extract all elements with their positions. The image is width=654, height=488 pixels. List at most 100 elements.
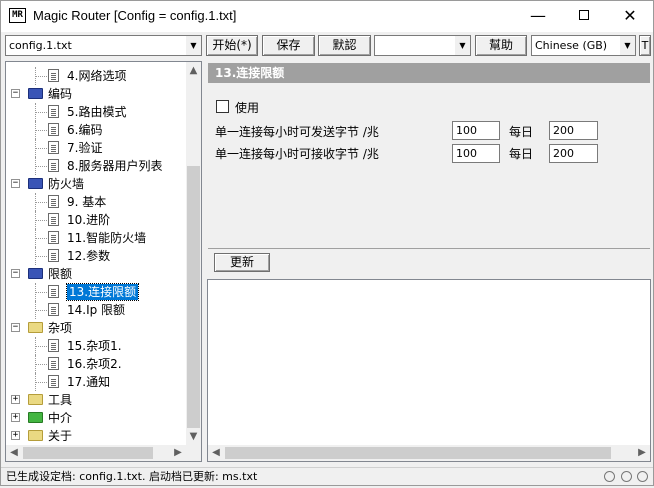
scroll-thumb[interactable] — [187, 166, 200, 428]
expand-icon[interactable]: + — [11, 431, 20, 440]
send-hourly-input[interactable]: 100 — [452, 121, 500, 140]
tree-item[interactable]: 13.连接限额 — [6, 283, 186, 301]
send-daily-input[interactable]: 200 — [549, 121, 598, 140]
settings-tree[interactable]: 4.网络选项 − 编码 5.路由模式 6.编码 7.验证 8.服务器用户列表 − 防火墙 9. 基… — [5, 61, 202, 462]
collapse-icon[interactable]: − — [11, 89, 20, 98]
receive-daily-input[interactable]: 200 — [549, 144, 598, 163]
log-area[interactable]: ◀ ▶ — [207, 279, 651, 462]
chevron-down-icon[interactable]: ▼ — [619, 36, 635, 55]
tree-item[interactable]: 6.编码 — [6, 121, 186, 139]
language-select[interactable]: Chinese (GB) ▼ — [531, 35, 636, 56]
tree-item[interactable]: 10.进阶 — [6, 211, 186, 229]
app-icon[interactable]: MR — [9, 8, 26, 23]
tree-folder[interactable]: − 防火墙 — [6, 175, 186, 193]
scroll-right-icon[interactable]: ▶ — [170, 445, 186, 461]
maximize-icon — [579, 10, 589, 20]
use-checkbox[interactable] — [216, 100, 229, 113]
tree-item-label: 10.进阶 — [67, 213, 111, 227]
expand-icon[interactable]: + — [11, 395, 20, 404]
tree-connector — [35, 121, 36, 139]
receive-limit-label: 单一连接每小时可接收字节 /兆 — [215, 147, 379, 161]
close-button[interactable]: ✕ — [607, 1, 653, 32]
log-horizontal-scrollbar[interactable]: ◀ ▶ — [208, 445, 650, 461]
tree-connector — [35, 166, 47, 167]
collapse-icon[interactable]: − — [11, 323, 20, 332]
scroll-down-icon[interactable]: ▼ — [186, 428, 201, 445]
folder-icon — [28, 322, 43, 333]
tree-item-label: 17.通知 — [67, 375, 111, 389]
tree-folder[interactable]: + 工具 — [6, 391, 186, 409]
document-icon — [48, 141, 59, 154]
default-button[interactable]: 默認 — [318, 35, 371, 56]
help-button[interactable]: 幫助 — [475, 35, 527, 56]
scroll-left-icon[interactable]: ◀ — [6, 445, 22, 461]
status-indicator-icon — [637, 471, 648, 482]
minimize-button[interactable]: — — [515, 1, 561, 32]
tree-connector — [35, 130, 47, 131]
tree-connector — [35, 157, 36, 175]
start-button[interactable]: 开始(*) — [206, 35, 258, 56]
tree-vertical-scrollbar[interactable]: ▲ ▼ — [186, 62, 201, 445]
save-button[interactable]: 保存 — [262, 35, 315, 56]
folder-open-icon — [28, 268, 43, 279]
tree-item[interactable]: 7.验证 — [6, 139, 186, 157]
chevron-down-icon[interactable]: ▼ — [185, 36, 201, 55]
tree-item[interactable]: 8.服务器用户列表 — [6, 157, 186, 175]
tree-item[interactable]: 17.通知 — [6, 373, 186, 391]
send-limit-label: 单一连接每小时可发送字节 /兆 — [215, 125, 379, 139]
scroll-left-icon[interactable]: ◀ — [208, 445, 224, 461]
window-title: Magic Router [Config = config.1.txt] — [33, 8, 237, 23]
tree-item[interactable]: 16.杂项2. — [6, 355, 186, 373]
collapse-icon[interactable]: − — [11, 269, 20, 278]
collapse-icon[interactable]: − — [11, 179, 20, 188]
tree-item[interactable]: 12.参数 — [6, 247, 186, 265]
chevron-down-icon[interactable]: ▼ — [454, 36, 470, 55]
language-select-value: Chinese (GB) — [535, 39, 608, 52]
scroll-right-icon[interactable]: ▶ — [634, 445, 650, 461]
tree-connector — [35, 355, 36, 373]
tree-connector — [35, 256, 47, 257]
expand-icon[interactable]: + — [11, 413, 20, 422]
tree-folder[interactable]: + 关于 — [6, 427, 186, 445]
title-bar[interactable]: MR Magic Router [Config = config.1.txt] … — [1, 1, 653, 32]
tree-item-label: 7.验证 — [67, 141, 103, 155]
scroll-thumb[interactable] — [225, 447, 611, 459]
scroll-corner — [186, 445, 201, 461]
folder-open-icon — [28, 88, 43, 99]
maximize-button[interactable] — [561, 1, 607, 32]
tree-item-label: 4.网络选项 — [67, 69, 127, 83]
config-select[interactable]: config.1.txt ▼ — [5, 35, 202, 56]
document-icon — [48, 69, 59, 82]
app-window: MR Magic Router [Config = config.1.txt] … — [0, 0, 654, 486]
tree-folder[interactable]: − 杂项 — [6, 319, 186, 337]
tree-folder-label: 关于 — [48, 429, 73, 443]
tree-connector — [35, 139, 36, 157]
document-icon — [48, 123, 59, 136]
extra-button[interactable]: T — [639, 35, 651, 56]
status-indicator-icon — [604, 471, 615, 482]
status-bar: 已生成设定档: config.1.txt. 启动档已更新: ms.txt — [1, 467, 653, 485]
document-icon — [48, 231, 59, 244]
status-indicators — [602, 470, 648, 488]
tree-item[interactable]: 4.网络选项 — [6, 67, 186, 85]
tree-item[interactable]: 14.Ip 限额 — [6, 301, 186, 319]
empty-select[interactable]: ▼ — [374, 35, 471, 56]
tree-item-label: 16.杂项2. — [67, 357, 122, 371]
tree-item[interactable]: 11.智能防火墙 — [6, 229, 186, 247]
document-icon — [48, 357, 59, 370]
tree-folder-label: 防火墙 — [48, 177, 85, 191]
tree-folder[interactable]: − 编码 — [6, 85, 186, 103]
tree-item[interactable]: 9. 基本 — [6, 193, 186, 211]
receive-hourly-input[interactable]: 100 — [452, 144, 500, 163]
use-checkbox-label: 使用 — [235, 101, 260, 115]
tree-folder[interactable]: − 限额 — [6, 265, 186, 283]
tree-horizontal-scrollbar[interactable]: ◀ ▶ — [6, 445, 186, 461]
tree-item-label: 12.参数 — [67, 249, 111, 263]
update-button[interactable]: 更新 — [214, 253, 270, 272]
tree-folder[interactable]: + 中介 — [6, 409, 186, 427]
tree-item[interactable]: 15.杂项1. — [6, 337, 186, 355]
scroll-up-icon[interactable]: ▲ — [186, 62, 201, 79]
tree-item[interactable]: 5.路由模式 — [6, 103, 186, 121]
tree-connector — [35, 220, 47, 221]
scroll-thumb[interactable] — [23, 447, 153, 459]
